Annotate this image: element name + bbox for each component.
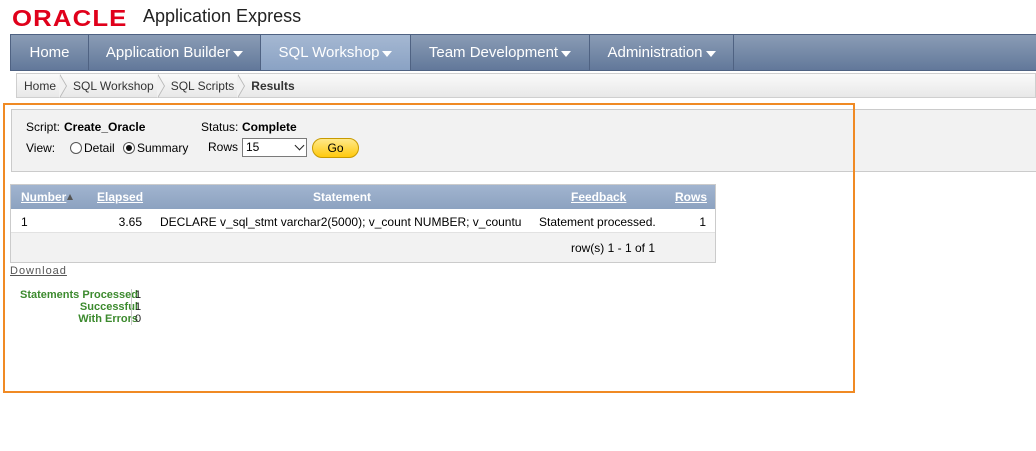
breadcrumb-results: Results [251,79,294,93]
cell-elapsed: 3.65 [118,215,142,229]
radio-unchecked-icon [70,142,82,154]
view-summary-radio[interactable]: Summary [123,141,188,155]
breadcrumb-sql-scripts-label: SQL Scripts [170,78,235,93]
column-header-number[interactable]: Number [21,190,74,204]
breadcrumb-sql-workshop[interactable]: SQL Workshop [73,73,171,98]
stat-value: 0 [135,313,142,325]
stat-label: Statements Processed [20,289,138,301]
breadcrumb-separator-icon [237,73,246,98]
view-detail-radio[interactable]: Detail [70,141,115,155]
cell-number: 1 [21,215,28,229]
breadcrumb-separator-icon [59,73,68,98]
main-nav: Home Application Builder SQL Workshop Te… [10,34,1036,71]
tab-team-development[interactable]: Team Development [411,35,590,70]
tab-administration[interactable]: Administration [590,35,734,70]
breadcrumb-results-label: Results [251,78,295,93]
tab-sql-workshop[interactable]: SQL Workshop [261,35,411,70]
stat-divider [131,289,132,301]
results-report: Number Elapsed Statement Feedback Rows 1… [10,184,716,263]
column-header-elapsed[interactable]: Elapsed [97,190,143,204]
column-header-number-label: Number [21,190,67,204]
stat-row: Statements Processed 1 [10,289,170,301]
view-detail-label: Detail [84,141,115,155]
rows-select[interactable]: 15 [242,138,307,157]
chevron-down-icon [294,140,305,151]
stat-label: Successful [79,301,138,313]
breadcrumb-home-label: Home [24,78,57,93]
table-row: 1 3.65 DECLARE v_sql_stmt varchar2(5000)… [11,209,715,233]
cell-rows: 1 [699,215,706,229]
tab-administration-label: Administration [607,44,703,61]
rows-label: Rows [208,140,239,154]
breadcrumb: Home SQL Workshop SQL Scripts Results [16,73,1036,98]
chevron-down-icon [382,50,393,57]
stat-value: 1 [135,289,142,301]
stat-value: 1 [135,301,142,313]
app-title: Application Express [143,6,302,26]
tab-sql-workshop-label: SQL Workshop [278,44,380,61]
script-name: Create_Oracle [64,120,146,134]
status-value: Complete [242,120,297,134]
stat-row: With Errors 0 [10,313,170,325]
tab-home[interactable]: Home [11,35,89,70]
app-header: ORACLE Application Express [0,0,1036,32]
tab-application-builder[interactable]: Application Builder [89,35,261,70]
chevron-down-icon [233,50,244,57]
radio-checked-icon [123,142,135,154]
chevron-down-icon [561,50,572,57]
results-header-row: Number Elapsed Statement Feedback Rows [11,185,715,209]
script-label: Script: [26,120,61,134]
stat-divider [131,313,132,325]
download-link[interactable]: Download [10,265,67,277]
status-label: Status: [201,120,239,134]
cell-statement: DECLARE v_sql_stmt varchar2(5000); v_cou… [160,215,522,229]
cell-feedback: Statement processed. [539,215,656,229]
oracle-logo[interactable]: ORACLE [12,5,128,32]
tab-home-label: Home [29,44,70,61]
view-label: View: [26,141,56,155]
view-summary-label: Summary [137,141,189,155]
breadcrumb-sql-workshop-label: SQL Workshop [73,78,154,93]
column-header-statement: Statement [313,190,372,204]
breadcrumb-sql-scripts[interactable]: SQL Scripts [170,73,252,98]
rows-select-value: 15 [246,140,260,154]
pagination-text: row(s) 1 - 1 of 1 [570,241,655,255]
sort-ascending-icon [67,194,74,200]
stat-row: Successful 1 [10,301,170,313]
chevron-down-icon [705,50,716,57]
column-header-rows[interactable]: Rows [675,190,707,204]
stat-label: With Errors [78,313,138,325]
script-summary-panel: Script: Create_Oracle Status: Complete V… [11,109,1036,172]
column-header-feedback[interactable]: Feedback [571,190,626,204]
breadcrumb-separator-icon [156,73,166,98]
tab-team-development-label: Team Development [428,44,559,61]
go-button[interactable]: Go [312,138,359,158]
stat-divider [131,301,132,313]
breadcrumb-home[interactable]: Home [24,73,73,98]
tab-application-builder-label: Application Builder [105,44,231,61]
